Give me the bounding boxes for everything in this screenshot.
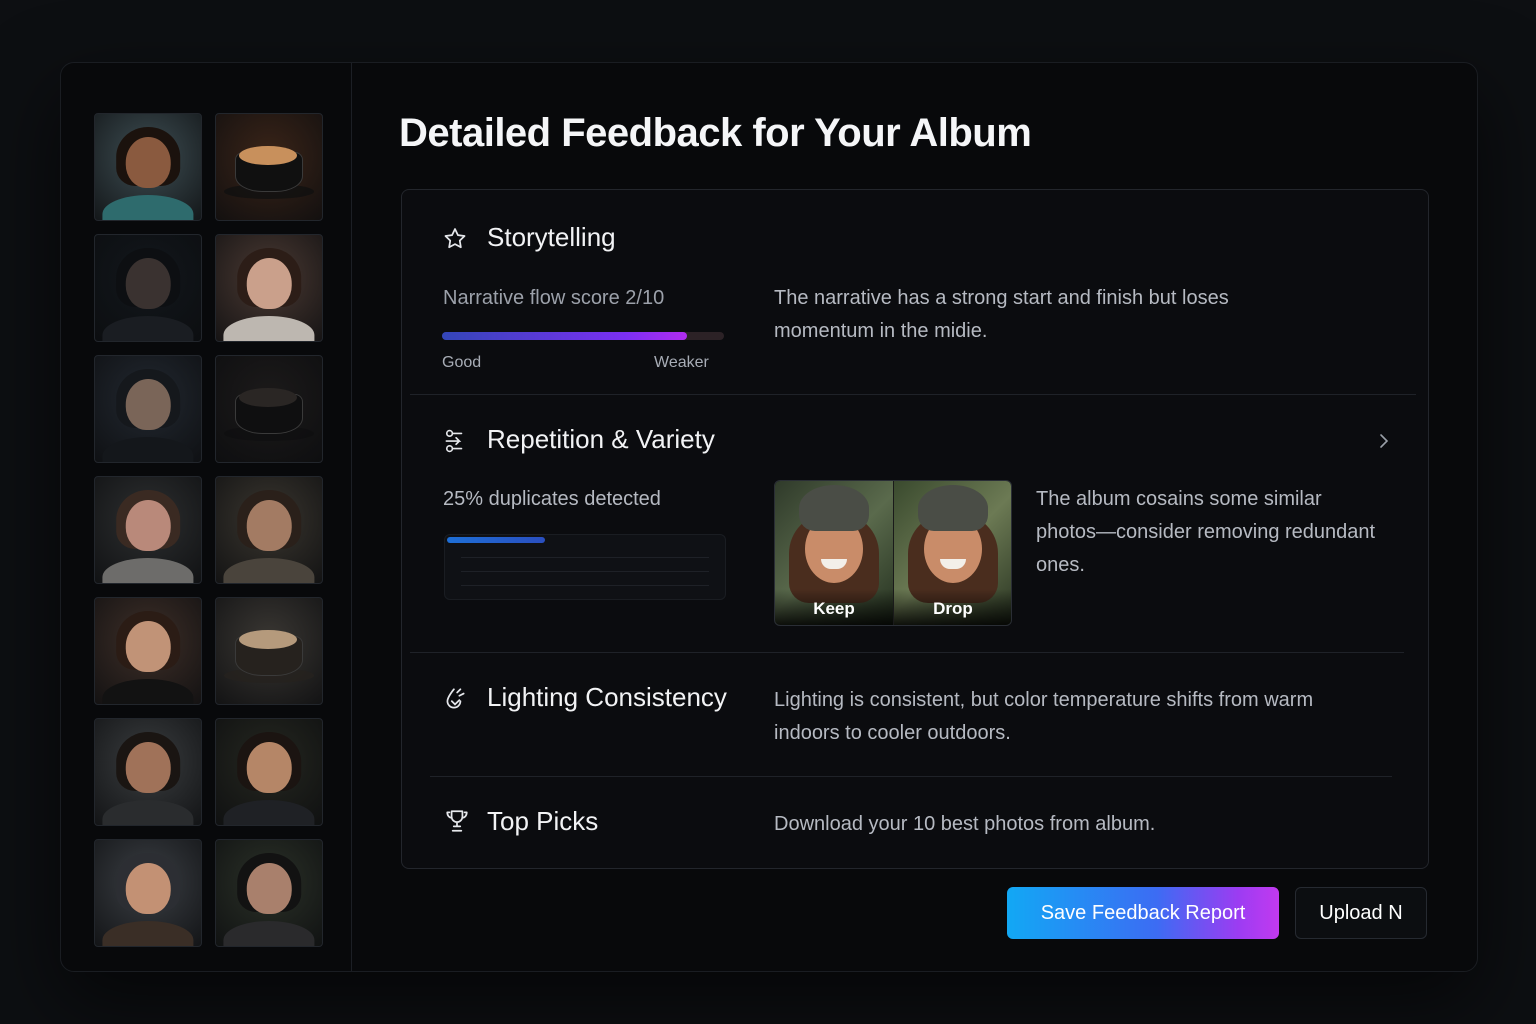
thumbnail-woman-black-top[interactable]: [94, 597, 202, 705]
storytelling-text: The narrative has a strong start and fin…: [774, 287, 1229, 342]
thumbnail-latte-cup[interactable]: [215, 113, 323, 221]
top-picks-title: Top Picks: [487, 806, 599, 836]
duplicates-label: 25% duplicates detected: [443, 488, 661, 510]
thumbnail-man-with-phone[interactable]: [215, 476, 323, 584]
chevron-right-icon[interactable]: [1376, 432, 1392, 450]
trophy-icon: [446, 810, 468, 832]
thumbnail-dark-cup[interactable]: [215, 355, 323, 463]
narrative-score-fill: [442, 332, 688, 340]
thumbnail-young-man-street[interactable]: [94, 718, 202, 826]
section-divider: [410, 652, 1404, 653]
scale-weaker-label: Weaker: [654, 354, 709, 371]
thumbnail-woman-beanie[interactable]: [94, 839, 202, 947]
duplicates-bar: [444, 534, 726, 600]
placeholder-line: [461, 571, 709, 572]
duplicates-fill: [447, 537, 545, 543]
placeholder-line: [461, 585, 709, 586]
save-feedback-button[interactable]: Save Feedback Report: [1007, 887, 1279, 939]
narrative-score-label: Narrative flow score 2/10: [443, 287, 665, 309]
lighting-title: Lighting Consistency: [487, 682, 727, 712]
lighting-text: Lighting is consistent, but color temper…: [774, 689, 1314, 744]
feedback-panel: Storytelling Narrative flow score 2/10 G…: [401, 189, 1429, 869]
drop-label: Drop: [933, 599, 973, 618]
narrative-score-bar: [442, 332, 724, 340]
thumbnail-woman-at-table[interactable]: [215, 234, 323, 342]
placeholder-line: [461, 557, 709, 558]
keep-photo[interactable]: Keep: [775, 481, 893, 625]
section-divider: [430, 776, 1392, 777]
section-divider: [410, 394, 1416, 395]
page-title: Detailed Feedback for Your Album: [399, 111, 1032, 155]
thumbnail-woman-long-hair[interactable]: [94, 476, 202, 584]
repetition-title: Repetition & Variety: [487, 424, 715, 454]
storytelling-title: Storytelling: [487, 222, 616, 252]
keep-drop-comparison: Keep Drop: [774, 480, 1012, 626]
repetition-text: The album cosains some similar photos—co…: [1036, 488, 1376, 576]
thumbnail-grid: [94, 113, 323, 947]
feedback-main: Detailed Feedback for Your Album Storyte…: [399, 63, 1477, 971]
thumbnail-young-man-dark-bg[interactable]: [215, 718, 323, 826]
droplet-icon: [446, 688, 465, 709]
upload-button[interactable]: Upload N: [1295, 887, 1427, 939]
top-picks-text[interactable]: Download your 10 best photos from album.: [774, 808, 1155, 841]
drop-photo[interactable]: Drop: [893, 481, 1011, 625]
shuffle-icon: [445, 429, 463, 453]
star-icon: [444, 228, 466, 249]
thumbnail-woman-short-hair[interactable]: [215, 839, 323, 947]
app-window: Detailed Feedback for Your Album Storyte…: [60, 62, 1478, 972]
thumbnail-reading-dark[interactable]: [94, 234, 202, 342]
photo-sidebar: [61, 63, 352, 971]
thumbnail-man-dark-jacket[interactable]: [94, 355, 202, 463]
keep-label: Keep: [813, 599, 855, 618]
scale-good-label: Good: [442, 354, 482, 371]
thumbnail-portrait-curly-hair-woman[interactable]: [94, 113, 202, 221]
thumbnail-coffee-cup-saucer[interactable]: [215, 597, 323, 705]
